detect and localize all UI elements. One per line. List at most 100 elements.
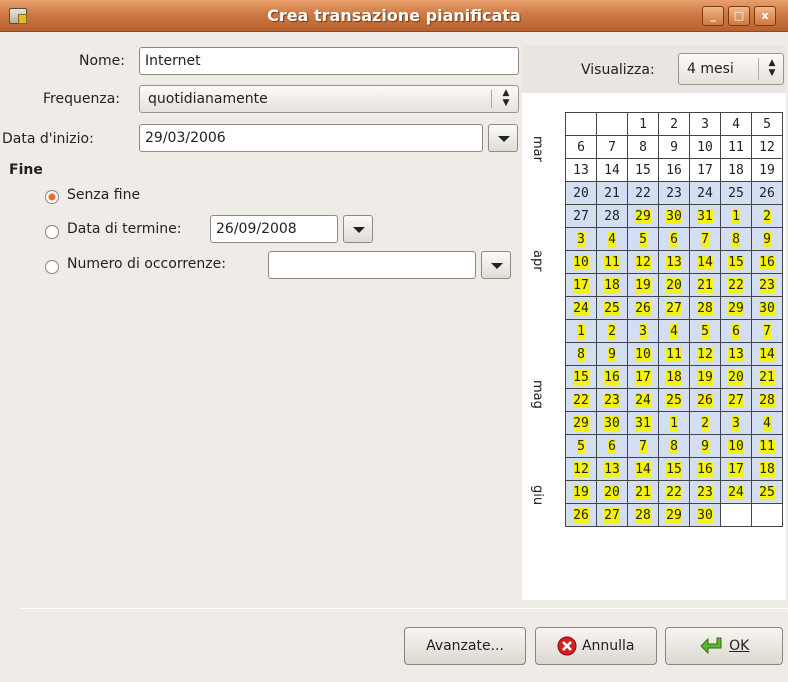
calendar-day-cell[interactable]: 6 [720,319,752,343]
calendar-day-cell[interactable]: 8 [565,342,597,366]
calendar-day-cell[interactable]: 11 [596,250,628,274]
calendar-day-cell[interactable]: 3 [720,411,752,435]
calendar-day-cell[interactable]: 13 [658,250,690,274]
calendar-day-cell[interactable]: 8 [658,434,690,458]
calendar-day-cell[interactable]: 19 [689,365,721,389]
calendar-day-cell[interactable]: 27 [565,204,597,228]
calendar-day-cell[interactable]: 1 [627,112,659,136]
calendar-day-cell[interactable]: 26 [627,296,659,320]
view-select[interactable]: 4 mesi ▲ ▼ [678,53,784,85]
end-date-label[interactable]: Data di termine: [67,221,181,237]
calendar-day-cell[interactable]: 14 [751,342,783,366]
calendar-day-cell[interactable]: 3 [627,319,659,343]
calendar-day-cell[interactable]: 23 [658,181,690,205]
start-date-input[interactable]: 29/03/2006 [139,124,483,152]
calendar-day-cell[interactable]: 21 [627,480,659,504]
calendar-day-cell[interactable]: 14 [596,158,628,182]
calendar-day-cell[interactable]: 20 [658,273,690,297]
calendar-day-cell[interactable]: 25 [596,296,628,320]
calendar-day-cell[interactable]: 9 [689,434,721,458]
calendar-day-cell[interactable]: 25 [720,181,752,205]
calendar-day-cell[interactable]: 22 [720,273,752,297]
calendar-day-cell[interactable]: 10 [565,250,597,274]
calendar-day-cell[interactable]: 13 [720,342,752,366]
no-end-radio[interactable] [45,190,59,204]
calendar-day-cell[interactable]: 24 [565,296,597,320]
calendar-day-cell[interactable]: 12 [565,457,597,481]
calendar-day-cell[interactable]: 14 [627,457,659,481]
calendar-day-cell[interactable]: 3 [565,227,597,251]
calendar-day-cell[interactable]: 3 [689,112,721,136]
calendar-day-cell[interactable]: 10 [720,434,752,458]
calendar-day-cell[interactable]: 17 [565,273,597,297]
calendar-day-cell[interactable]: 19 [627,273,659,297]
calendar-day-cell[interactable]: 24 [720,480,752,504]
calendar-day-cell[interactable]: 19 [751,158,783,182]
advanced-button[interactable]: Avanzate... [404,627,526,665]
calendar-day-cell[interactable]: 24 [627,388,659,412]
calendar-day-cell[interactable]: 16 [658,158,690,182]
calendar-day-cell[interactable]: 24 [689,181,721,205]
occurrences-dropdown-button[interactable] [481,251,511,279]
occurrences-input[interactable] [268,251,476,279]
end-date-input[interactable]: 26/09/2008 [210,215,338,243]
calendar-day-cell[interactable]: 28 [596,204,628,228]
calendar-day-cell[interactable]: 31 [627,411,659,435]
calendar-day-cell[interactable]: 20 [565,181,597,205]
calendar-day-cell[interactable]: 15 [565,365,597,389]
calendar-day-cell[interactable]: 5 [565,434,597,458]
calendar-day-cell[interactable]: 18 [658,365,690,389]
calendar-day-cell[interactable]: 23 [596,388,628,412]
calendar-day-cell[interactable]: 25 [751,480,783,504]
calendar-day-cell[interactable]: 10 [627,342,659,366]
calendar-day-cell[interactable]: 14 [689,250,721,274]
window-titlebar[interactable]: Crea transazione pianificata _ □ x [0,0,788,32]
calendar-day-cell[interactable]: 10 [689,135,721,159]
calendar-day-cell[interactable] [596,112,628,136]
calendar-day-cell[interactable]: 7 [689,227,721,251]
calendar-day-cell[interactable]: 12 [689,342,721,366]
calendar-day-cell[interactable]: 20 [720,365,752,389]
calendar-day-cell[interactable]: 7 [751,319,783,343]
start-date-dropdown-button[interactable] [488,124,518,152]
calendar-day-cell[interactable]: 29 [720,296,752,320]
calendar-day-cell[interactable]: 4 [720,112,752,136]
calendar-day-cell[interactable]: 23 [689,480,721,504]
calendar-day-cell[interactable]: 2 [658,112,690,136]
calendar-day-cell[interactable]: 4 [596,227,628,251]
end-date-radio[interactable] [45,225,59,239]
calendar-day-cell[interactable]: 30 [596,411,628,435]
calendar-day-cell[interactable]: 26 [751,181,783,205]
calendar-day-cell[interactable]: 19 [565,480,597,504]
calendar-day-cell[interactable] [565,112,597,136]
calendar-day-cell[interactable]: 12 [627,250,659,274]
calendar-day-cell[interactable]: 11 [751,434,783,458]
calendar-day-cell[interactable]: 6 [658,227,690,251]
name-input[interactable]: Internet [139,47,519,75]
cancel-button[interactable]: Annulla [535,627,657,665]
calendar-day-cell[interactable]: 18 [720,158,752,182]
calendar-day-cell[interactable]: 28 [627,503,659,527]
calendar-day-cell[interactable]: 13 [596,457,628,481]
calendar-day-cell[interactable]: 4 [658,319,690,343]
calendar-day-cell[interactable]: 11 [720,135,752,159]
calendar-day-cell[interactable]: 27 [658,296,690,320]
calendar-day-cell[interactable]: 4 [751,411,783,435]
calendar-day-cell[interactable]: 9 [658,135,690,159]
calendar-day-cell[interactable]: 1 [658,411,690,435]
calendar-day-cell[interactable]: 11 [658,342,690,366]
calendar-day-cell[interactable]: 31 [689,204,721,228]
close-icon[interactable]: x [754,6,776,26]
calendar-day-cell[interactable]: 18 [751,457,783,481]
calendar-day-cell[interactable]: 30 [689,503,721,527]
calendar-day-cell[interactable]: 17 [720,457,752,481]
calendar-day-cell[interactable]: 5 [627,227,659,251]
calendar-day-cell[interactable]: 23 [751,273,783,297]
occurrences-radio[interactable] [45,260,59,274]
calendar-day-cell[interactable]: 8 [720,227,752,251]
ok-button[interactable]: OK [665,627,783,665]
calendar-day-cell[interactable]: 6 [565,135,597,159]
no-end-label[interactable]: Senza fine [67,187,140,203]
calendar-day-cell[interactable]: 21 [689,273,721,297]
calendar-day-cell[interactable]: 18 [596,273,628,297]
